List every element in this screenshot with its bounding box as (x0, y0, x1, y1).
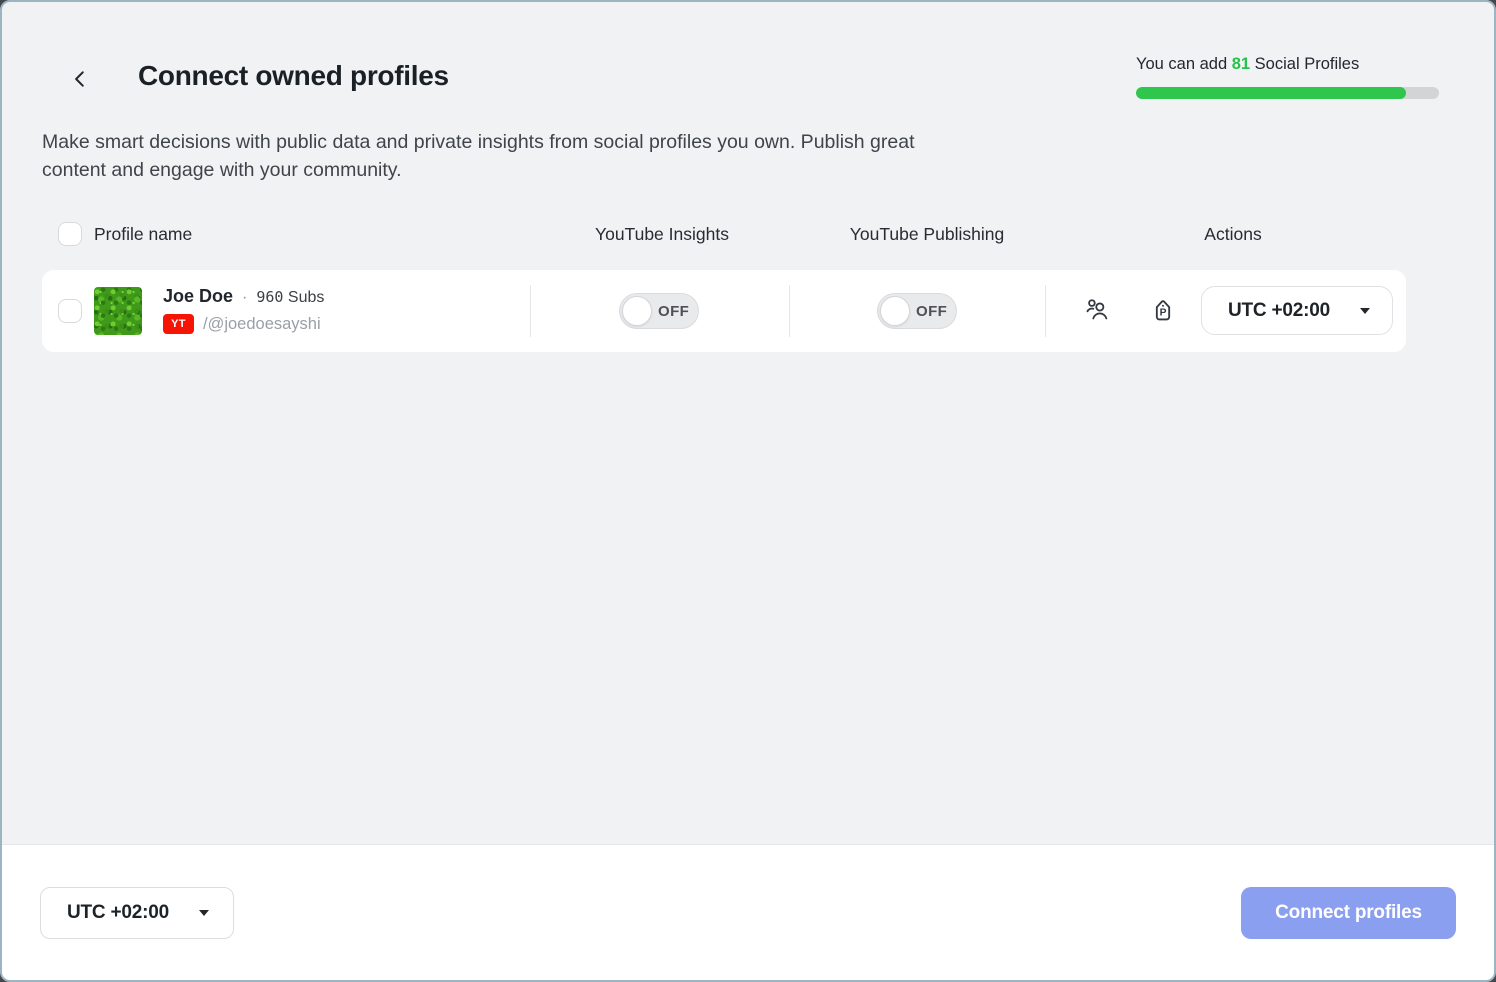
profile-handle-line: YT /@joedoesayshi (163, 314, 321, 334)
subscriber-count: 960 Subs (256, 288, 325, 306)
quota-progress-track (1136, 87, 1439, 99)
users-icon (1084, 297, 1110, 326)
profile-name-line: Joe Doe · 960 Subs (163, 286, 324, 307)
row-checkbox[interactable] (58, 299, 82, 323)
row-timezone-select[interactable]: UTC +02:00 (1201, 286, 1393, 335)
toggle-knob (622, 296, 652, 326)
column-header-profile-name: Profile name (94, 224, 193, 244)
chevron-down-icon (1360, 307, 1370, 314)
timezone-value: UTC +02:00 (1228, 299, 1331, 321)
column-header-actions: Actions (1204, 224, 1262, 244)
quota-text: You can add 81 Social Profiles (1136, 55, 1360, 73)
chevron-down-icon (199, 910, 209, 916)
profile-name: Joe Doe (163, 286, 234, 306)
profile-handle: /@joedoesayshi (203, 314, 321, 333)
timezone-value: UTC +02:00 (67, 902, 170, 923)
quota-count: 81 (1231, 55, 1251, 73)
back-button[interactable] (64, 64, 96, 96)
svg-text:P: P (1160, 307, 1167, 318)
page-title: Connect owned profiles (138, 60, 449, 91)
connect-profiles-modal: Connect owned profiles You can add 81 So… (0, 0, 1496, 982)
chevron-left-icon (70, 69, 90, 92)
select-all-checkbox[interactable] (58, 222, 82, 246)
column-divider (789, 285, 790, 337)
footer-bar: UTC +02:00 Connect profiles (2, 844, 1494, 980)
toggle-state-label: OFF (916, 302, 948, 320)
youtube-insights-toggle[interactable]: OFF (619, 293, 699, 329)
column-header-youtube-publishing: YouTube Publishing (849, 224, 1005, 244)
column-divider (1045, 285, 1046, 337)
column-divider (530, 285, 531, 337)
toggle-state-label: OFF (658, 302, 690, 320)
table-row: Joe Doe · 960 Subs YT /@joedoesayshi OFF… (42, 270, 1406, 352)
profile-avatar (94, 287, 142, 335)
members-button[interactable] (1084, 298, 1110, 324)
youtube-badge-icon: YT (163, 314, 194, 334)
column-header-youtube-insights: YouTube Insights (595, 224, 729, 244)
youtube-publishing-toggle[interactable]: OFF (877, 293, 957, 329)
page-description: Make smart decisions with public data an… (42, 131, 915, 181)
toggle-knob (880, 296, 910, 326)
label-button[interactable]: P (1150, 298, 1176, 324)
tag-p-icon: P (1150, 297, 1176, 326)
footer-timezone-select[interactable]: UTC +02:00 (40, 887, 234, 939)
quota-block: You can add 81 Social Profiles (1136, 55, 1439, 99)
connect-profiles-button[interactable]: Connect profiles (1241, 887, 1456, 939)
dot-separator: · (242, 289, 248, 306)
quota-progress-fill (1136, 87, 1406, 99)
